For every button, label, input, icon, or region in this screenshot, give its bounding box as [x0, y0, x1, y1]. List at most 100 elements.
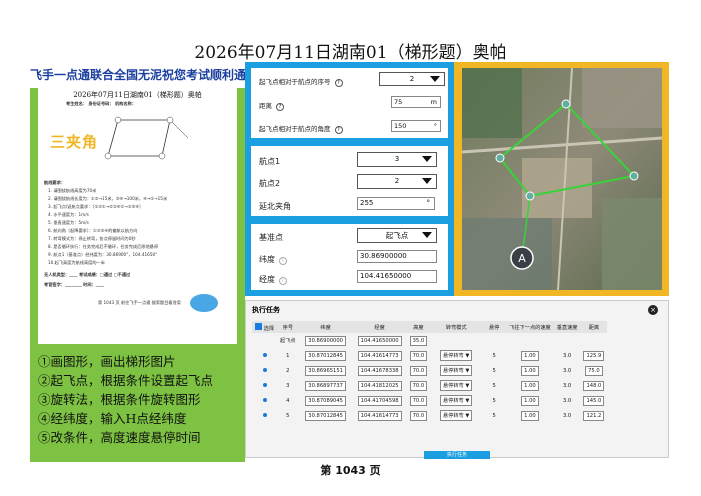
wp2-select[interactable]: 2	[357, 174, 437, 189]
turn-mode-select[interactable]: 悬停转弯 ▼	[439, 395, 473, 406]
wp1-select[interactable]: 3	[357, 152, 437, 167]
doc-line-6: 6. 航向角（起降要求）：①②③④的偏航以航方向	[48, 228, 138, 233]
turn-mode-select[interactable]: 悬停转弯 ▼	[439, 350, 473, 361]
alt-cell-input[interactable]: 70.0	[409, 410, 428, 421]
turn-mode-select[interactable]: 悬停转弯 ▼	[439, 365, 473, 376]
lat-cell-input[interactable]: 30.87012845	[305, 350, 346, 361]
base-select[interactable]: 起飞点	[357, 228, 437, 243]
col-hover: 悬停	[482, 321, 507, 333]
table-row: 5 30.87012845 104.41614773 70.0 悬停转弯 ▼ 5 1.00 3…	[252, 408, 607, 423]
step-4: ④经纬度，输入H点经纬度	[38, 411, 187, 426]
doc-line-3: 3. 起飞点/返航点要求：（①②①→②③④①→②③④）	[48, 204, 144, 209]
angle-input[interactable]: 150 °	[391, 120, 441, 132]
wp1-label: 航点1	[259, 157, 281, 166]
table-row: 起飞点 30.86900000 104.41650000 35.0	[252, 333, 607, 348]
dist-cell-input[interactable]: 125.9	[583, 350, 605, 361]
col-dist: 距离	[580, 321, 608, 333]
distance-label: 距离	[259, 102, 272, 110]
base-label: 基准点	[259, 233, 283, 242]
task-title: 执行任务	[252, 306, 280, 314]
help-icon[interactable]: ?	[276, 103, 284, 111]
doc-line-7: 7. 转弯模式为：停止转弯，各点停留时间为0秒	[48, 236, 136, 241]
lat-cell-input[interactable]: 30.87012845	[305, 410, 346, 421]
turn-mode-select[interactable]: 悬停转弯 ▼	[439, 380, 473, 391]
select-checkbox[interactable]	[262, 367, 267, 372]
basepoint-card: 基准点 起飞点 纬度 i 30.86900000 经度 i 104.41650000	[251, 224, 448, 290]
speed-cell-input[interactable]: 1.00	[521, 395, 539, 406]
speed-cell-input[interactable]: 1.00	[521, 380, 539, 391]
distance-input[interactable]: 75 m	[391, 96, 441, 108]
satellite-map[interactable]: A	[462, 68, 662, 290]
cloud-logo-icon	[190, 294, 218, 312]
lat-cell-input[interactable]: 30.86965151	[305, 365, 346, 376]
alt-cell-input[interactable]: 70.0	[409, 350, 428, 361]
lat-input[interactable]: 30.86900000	[357, 250, 437, 263]
takeoff-lat-input[interactable]: 30.86900000	[305, 335, 346, 346]
trapezoid-diagram	[104, 116, 189, 160]
step-1: ①画图形，画出梯形图片	[38, 354, 176, 369]
north-angle-label: 延北夹角	[259, 202, 291, 211]
execute-button[interactable]: 执行任务	[424, 451, 490, 459]
close-icon[interactable]: ×	[648, 305, 658, 315]
lon-cell-input[interactable]: 104.41678338	[357, 365, 402, 376]
select-checkbox[interactable]	[262, 352, 267, 357]
doc-line-2: 2. 请围绕航线长度为：①②→15米，③④→100米，④→①→15米	[48, 196, 168, 201]
col-alt: 高度	[406, 321, 431, 333]
lon-cell-input[interactable]: 104.41614773	[357, 350, 402, 361]
seq-select[interactable]: 2	[379, 72, 445, 86]
alt-cell-input[interactable]: 70.0	[409, 395, 428, 406]
dist-cell-input[interactable]: 75.0	[585, 365, 603, 376]
lon-cell-input[interactable]: 104.41704598	[357, 395, 402, 406]
chevron-down-icon	[422, 178, 432, 184]
settings-panel: 起飞点相对于航点的序号? 2 距离? 75 m 起飞点相对于航点的角度? 150 °…	[245, 62, 454, 296]
lat-label: 纬度	[259, 255, 275, 264]
takeoff-card: 起飞点相对于航点的序号? 2 距离? 75 m 起飞点相对于航点的角度? 150 °	[251, 68, 448, 138]
col-vspeed: 垂直速度	[553, 321, 581, 333]
doc-fields: 考生姓名： 身份证号码： 机构名称：	[66, 101, 136, 106]
help-icon[interactable]: ?	[334, 79, 343, 87]
chevron-down-icon	[422, 232, 432, 238]
select-checkbox[interactable]	[262, 397, 267, 402]
col-lat: 纬度	[298, 321, 353, 333]
doc-line-0: 航线要求：	[44, 180, 65, 185]
alt-cell-input[interactable]: 70.0	[409, 380, 428, 391]
step-5: ⑤改条件，高度速度悬停时间	[38, 430, 201, 445]
step-2: ②起飞点，根据条件设置起飞点	[38, 373, 214, 388]
alt-cell-input[interactable]: 70.0	[409, 365, 428, 376]
doc-line-8: 8. 是否循环执行：任务完成后不循环，任务完成后原地悬停	[48, 244, 159, 249]
lat-cell-input[interactable]: 30.86897737	[305, 380, 346, 391]
dist-cell-input[interactable]: 145.0	[583, 395, 605, 406]
lat-cell-input[interactable]: 30.87089045	[305, 395, 346, 406]
lon-input[interactable]: 104.41650000	[357, 270, 437, 283]
chevron-down-icon	[430, 76, 440, 82]
lon-label: 经度	[259, 275, 275, 284]
speed-cell-input[interactable]: 1.00	[521, 365, 539, 376]
table-row: 2 30.86965151 104.41678338 70.0 悬停转弯 ▼ 5 1.00 3…	[252, 363, 607, 378]
rotation-card: 航点1 3 航点2 2 延北夹角 255 °	[251, 146, 448, 216]
angle-label: 起飞点相对于航点的角度	[259, 125, 331, 133]
col-seq: 序号	[277, 321, 299, 333]
chevron-down-icon	[422, 156, 432, 162]
doc-line-10: 10.起飞高度为航线高度的一半	[48, 260, 105, 265]
lon-cell-input[interactable]: 104.41614773	[357, 410, 402, 421]
speed-cell-input[interactable]: 1.00	[521, 350, 539, 361]
takeoff-alt-input[interactable]: 35.0	[409, 335, 428, 346]
page-title: 2026年07月11日湖南01（梯形题）奥帕	[194, 43, 507, 63]
doc-title: 2026年07月11日湖南01（梯形题）奥帕	[73, 91, 202, 99]
col-lon: 经度	[352, 321, 407, 333]
lon-cell-input[interactable]: 104.41812025	[357, 380, 402, 391]
turn-mode-select[interactable]: 悬停转弯 ▼	[439, 410, 473, 421]
select-checkbox[interactable]	[262, 382, 267, 387]
dist-cell-input[interactable]: 148.0	[583, 380, 605, 391]
waypoint-table: 选择 序号 纬度 经度 高度 转弯模式 悬停 飞往下一点的速度 垂直速度 距离 …	[252, 321, 608, 423]
north-angle-input[interactable]: 255 °	[357, 197, 435, 210]
seq-label: 起飞点相对于航点的序号	[259, 78, 331, 86]
help-icon[interactable]: ?	[334, 126, 343, 134]
promo-banner: 飞手一点通联合全国无泥祝您考试顺利通过	[30, 62, 245, 88]
select-checkbox[interactable]	[262, 412, 267, 417]
info-icon: i	[279, 277, 287, 285]
takeoff-lon-input[interactable]: 104.41650000	[357, 335, 402, 346]
dist-cell-input[interactable]: 121.2	[583, 410, 605, 421]
speed-cell-input[interactable]: 1.00	[521, 410, 539, 421]
page-footer: 第 1043 页	[320, 464, 381, 477]
